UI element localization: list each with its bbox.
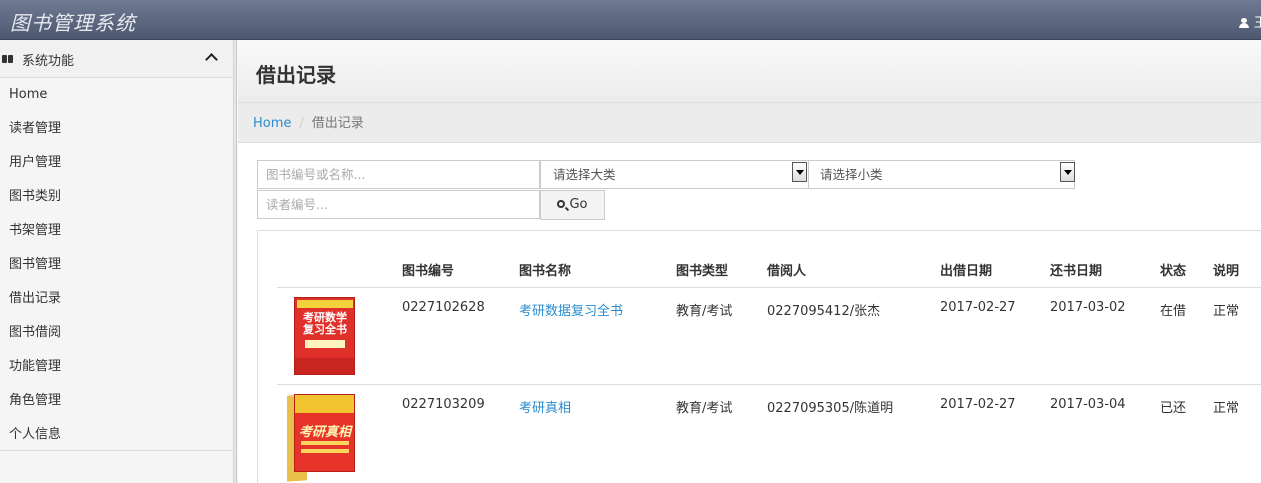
search-icon — [557, 200, 566, 208]
book-cover-image[interactable]: 考研真相 — [294, 394, 355, 472]
category-minor-dropdown-icon[interactable] — [1060, 162, 1075, 182]
breadcrumb-current: 借出记录 — [311, 116, 364, 131]
col-note[interactable]: 说明 — [1213, 260, 1239, 279]
sidebar-item-home[interactable]: Home — [0, 78, 233, 112]
col-book-type[interactable]: 图书类型 — [676, 260, 728, 279]
cell-book-name-link[interactable]: 考研数据复习全书 — [519, 300, 623, 319]
sidebar: 系统功能 Home 读者管理 用户管理 图书类别 书架管理 图书管理 借出记录 … — [0, 40, 234, 483]
reader-search-input[interactable]: 读者编号... — [257, 190, 540, 219]
sidebar-item-profile[interactable]: 个人信息 — [0, 418, 233, 452]
sidebar-item-functions[interactable]: 功能管理 — [0, 350, 233, 384]
cell-borrow-date: 2017-02-27 — [940, 300, 1016, 315]
cell-borrow-date: 2017-02-27 — [940, 397, 1016, 412]
table-row[interactable]: 考研数学复习全书 0227102628 考研数据复习全书 教育/考试 02270… — [277, 287, 1261, 384]
breadcrumb-separator: / — [299, 116, 304, 131]
user-icon — [1238, 18, 1249, 28]
cell-book-name-link[interactable]: 考研真相 — [519, 397, 571, 416]
cell-return-date: 2017-03-04 — [1050, 397, 1126, 412]
chevron-up-icon[interactable] — [205, 53, 218, 66]
cell-book-id: 0227103209 — [402, 397, 485, 412]
cell-note: 正常 — [1213, 304, 1240, 319]
category-major-dropdown-icon[interactable] — [792, 162, 807, 182]
top-navbar: 图书管理系统 王 — [0, 0, 1261, 40]
breadcrumb: Home / 借出记录 — [238, 103, 1261, 143]
category-minor-value: 请选择小类 — [820, 167, 883, 182]
sidebar-item-readers[interactable]: 读者管理 — [0, 112, 233, 146]
sidebar-item-borrow[interactable]: 图书借阅 — [0, 316, 233, 350]
col-status[interactable]: 状态 — [1160, 260, 1186, 279]
breadcrumb-home-link[interactable]: Home — [253, 116, 291, 131]
cell-return-date: 2017-03-02 — [1050, 300, 1126, 315]
sidebar-item-book-categories[interactable]: 图书类别 — [0, 180, 233, 214]
cell-note: 正常 — [1213, 401, 1240, 416]
page-title: 借出记录 — [256, 63, 336, 87]
cell-book-type: 教育/考试 — [676, 304, 733, 319]
loan-records-table: 图书编号 图书名称 图书类型 借阅人 出借日期 还书日期 状态 说明 考研数学复… — [257, 230, 1261, 483]
sidebar-item-roles[interactable]: 角色管理 — [0, 384, 233, 418]
main-content: 借出记录 Home / 借出记录 图书编号或名称... 请选择大类 请选择小类 读者… — [238, 40, 1261, 483]
binoculars-icon — [2, 51, 14, 63]
cell-book-id: 0227102628 — [402, 300, 485, 315]
user-menu[interactable]: 王 — [1238, 12, 1261, 31]
app-title[interactable]: 图书管理系统 — [10, 7, 136, 36]
book-cover-image[interactable]: 考研数学复习全书 — [294, 297, 355, 375]
go-button-label: Go — [569, 197, 588, 212]
category-minor-select[interactable]: 请选择小类 — [809, 160, 1075, 189]
cell-status: 已还 — [1160, 401, 1187, 416]
go-button[interactable]: Go — [540, 190, 605, 220]
cell-borrower: 0227095412/张杰 — [767, 304, 881, 319]
sidebar-section-title: 系统功能 — [22, 54, 75, 69]
page-header: 借出记录 — [238, 40, 1261, 103]
sidebar-splitter[interactable] — [234, 40, 237, 483]
sidebar-divider — [0, 450, 234, 451]
category-major-value: 请选择大类 — [553, 167, 616, 182]
col-book-name[interactable]: 图书名称 — [519, 260, 571, 279]
sidebar-item-users[interactable]: 用户管理 — [0, 146, 233, 180]
book-cover-title: 考研数学复习全书 — [303, 311, 347, 336]
sidebar-item-loan-records[interactable]: 借出记录 — [0, 282, 233, 316]
sidebar-section-header[interactable]: 系统功能 — [0, 40, 233, 78]
cell-book-type: 教育/考试 — [676, 401, 733, 416]
user-name: 王 — [1253, 16, 1261, 31]
cell-borrower: 0227095305/陈道明 — [767, 401, 894, 416]
table-row[interactable]: 考研真相 0227103209 考研真相 教育/考试 0227095305/陈道… — [277, 384, 1261, 482]
book-cover-title: 考研真相 — [299, 425, 352, 440]
col-borrower[interactable]: 借阅人 — [767, 260, 806, 279]
book-search-input[interactable]: 图书编号或名称... — [257, 160, 540, 189]
sidebar-item-shelves[interactable]: 书架管理 — [0, 214, 233, 248]
sidebar-item-books[interactable]: 图书管理 — [0, 248, 233, 282]
col-borrow-date[interactable]: 出借日期 — [940, 260, 992, 279]
col-book-id[interactable]: 图书编号 — [402, 260, 454, 279]
col-return-date[interactable]: 还书日期 — [1050, 260, 1102, 279]
category-major-select[interactable]: 请选择大类 — [540, 160, 809, 189]
cell-status: 在借 — [1160, 304, 1187, 319]
